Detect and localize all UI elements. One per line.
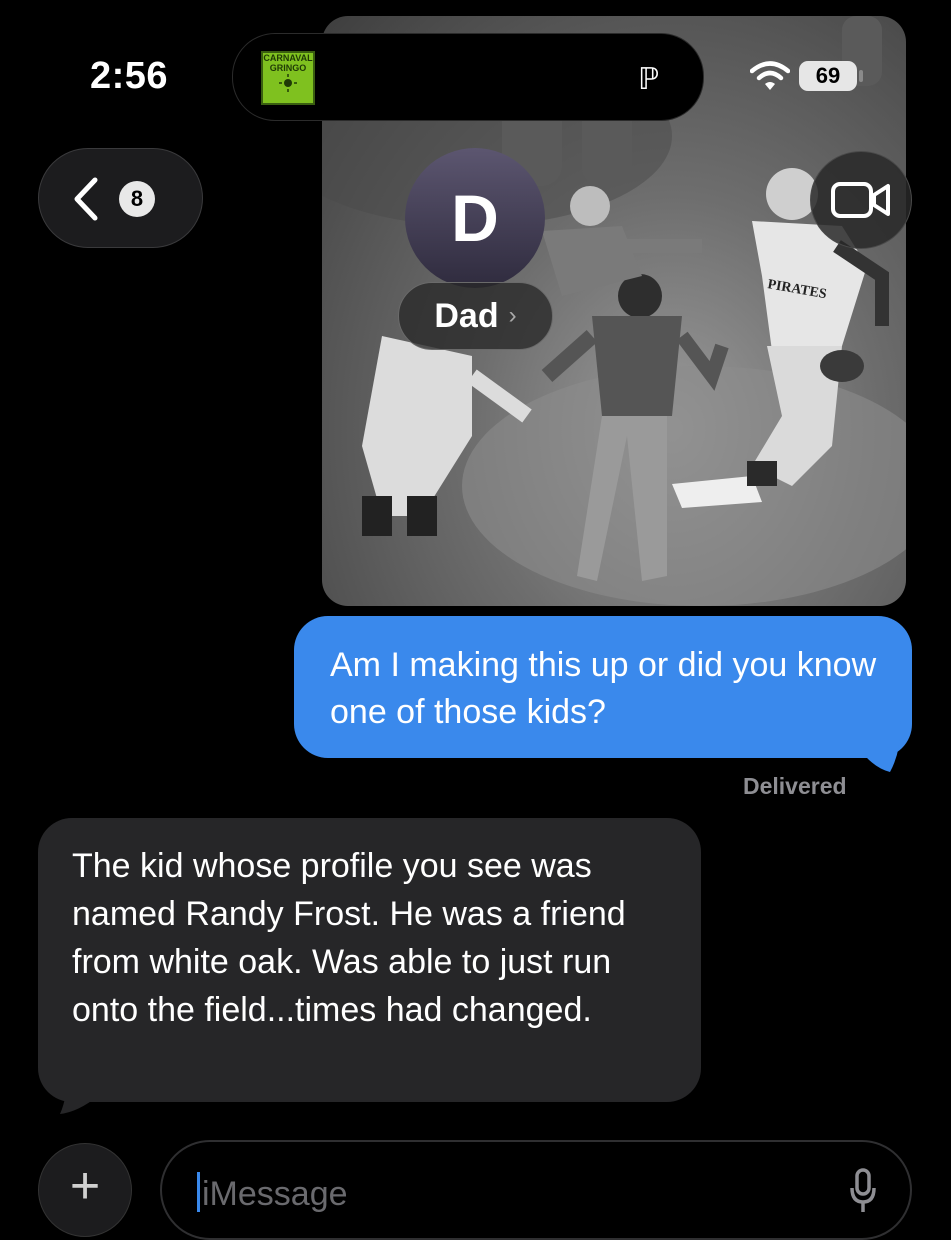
island-app-glyph-icon: ℙ <box>637 63 659 96</box>
chevron-right-icon: › <box>508 302 517 329</box>
microphone-icon[interactable] <box>848 1166 878 1216</box>
chevron-left-icon <box>74 177 98 221</box>
received-message-text: The kid whose profile you see was named … <box>72 847 626 1029</box>
contact-name: Dad <box>434 296 499 335</box>
sent-message-text: Am I making this up or did you know one … <box>330 646 877 731</box>
album-art-title-line2: GRINGO <box>269 63 307 73</box>
compose-field[interactable] <box>160 1140 912 1240</box>
status-time: 2:56 <box>90 55 169 97</box>
video-camera-icon <box>831 182 890 218</box>
now-playing-album-art: CARNAVAL GRINGO <box>261 51 315 105</box>
sun-icon <box>279 74 297 92</box>
plus-icon: + <box>69 1157 101 1215</box>
contact-avatar[interactable]: D <box>405 148 545 288</box>
album-art-title-line1: CARNAVAL <box>263 53 313 63</box>
back-button[interactable]: 8 <box>38 148 203 248</box>
message-input[interactable] <box>200 1168 764 1220</box>
dynamic-island[interactable]: CARNAVAL GRINGO ℙ <box>232 33 704 121</box>
facetime-video-button[interactable] <box>810 151 912 249</box>
battery-nub <box>859 70 863 82</box>
wifi-icon <box>750 61 790 90</box>
received-bubble-tail <box>60 1066 98 1114</box>
unread-count-badge: 8 <box>119 181 155 217</box>
contact-name-button[interactable]: Dad › <box>398 282 553 350</box>
plus-button[interactable]: + <box>38 1143 132 1237</box>
delivery-status: Delivered <box>743 773 847 799</box>
battery-indicator: 69 <box>799 61 857 91</box>
